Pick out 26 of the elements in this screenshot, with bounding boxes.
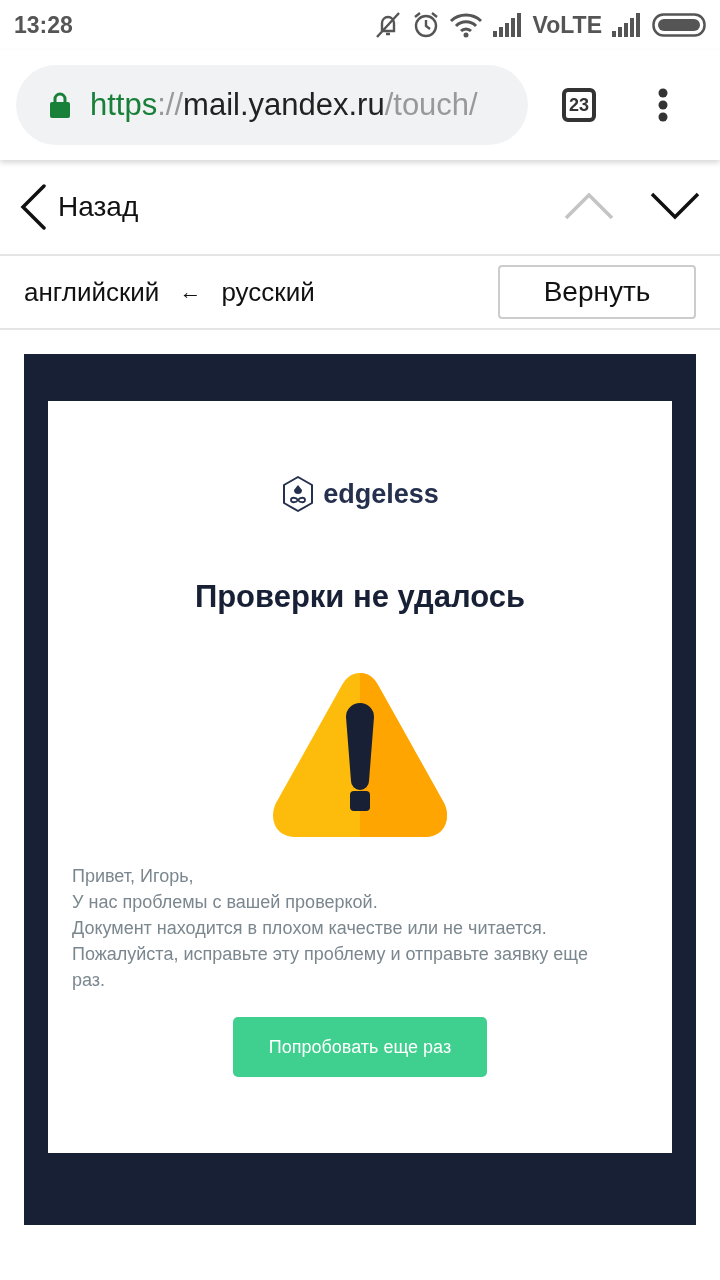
alarm-icon: [412, 11, 439, 39]
wifi-icon: [448, 12, 483, 38]
signal-icon: [492, 13, 523, 37]
hexagon-logo-icon: [281, 475, 316, 513]
target-language: русский: [221, 276, 315, 308]
source-language: английский: [24, 276, 160, 308]
address-bar[interactable]: https://mail.yandex.ru/touch/: [16, 65, 528, 145]
signal-icon: [612, 13, 642, 37]
menu-icon[interactable]: [658, 88, 668, 122]
message-line: У нас проблемы с вашей проверкой.: [72, 891, 379, 914]
warning-icon: [270, 671, 450, 839]
chevron-left-icon: [20, 184, 46, 230]
message-line: Пожалуйста, исправьте эту проблему и отправьте заявку еще раз.: [72, 943, 589, 992]
message-line: Документ находится в плохом качестве или не читается.: [72, 917, 548, 940]
network-label: VoLTE: [532, 11, 602, 39]
clock: 13:28: [14, 11, 73, 39]
back-button[interactable]: Назад: [20, 184, 139, 230]
brand-name: edgeless: [323, 478, 439, 510]
email-title: Проверки не удалось: [194, 579, 526, 615]
message-line: Привет, Игорь,: [72, 865, 195, 888]
lock-icon: [50, 92, 70, 118]
battery-icon: [652, 13, 706, 37]
url-text: https://mail.yandex.ru/touch/: [90, 87, 478, 123]
revert-button[interactable]: Вернуть: [498, 265, 696, 319]
tab-count-button[interactable]: 23: [562, 88, 596, 122]
direction-arrow: ←: [179, 279, 202, 305]
